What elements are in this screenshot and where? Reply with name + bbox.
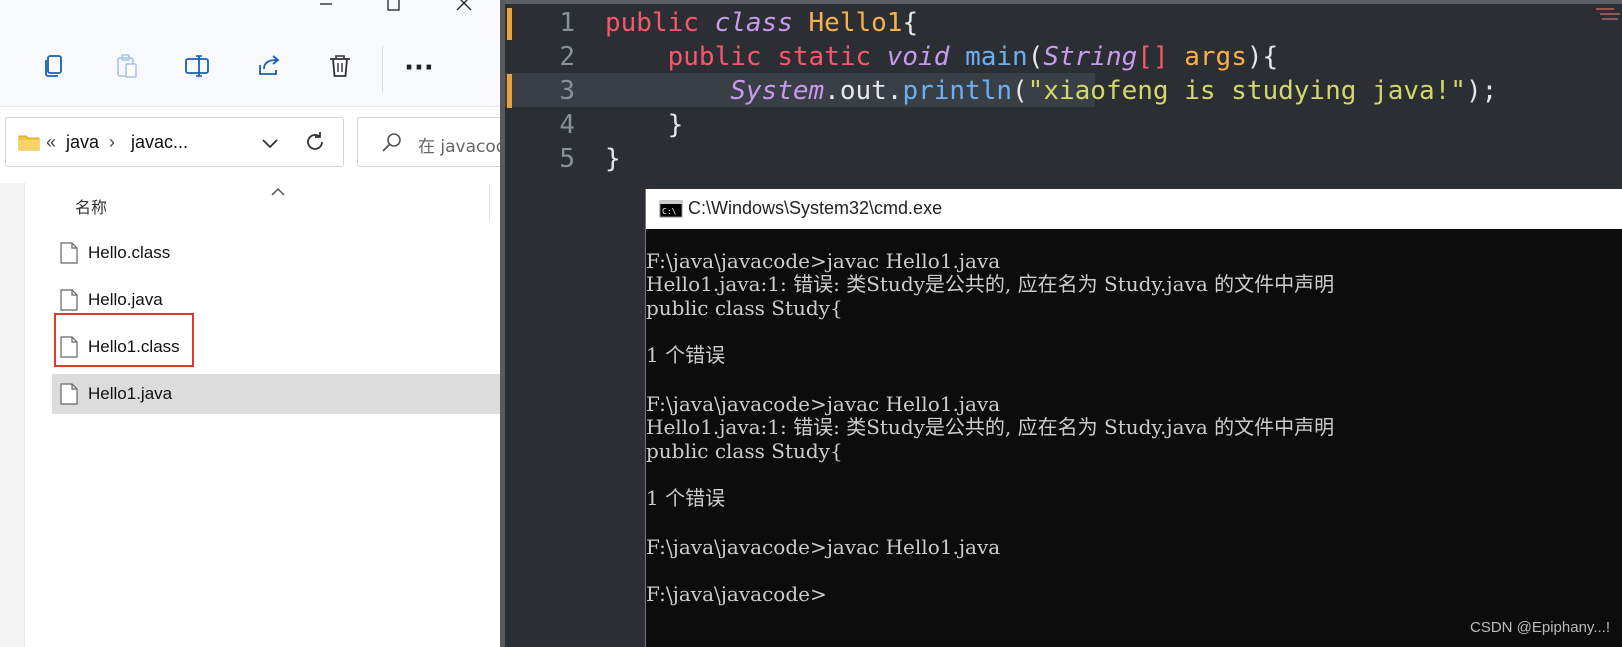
column-divider[interactable] <box>489 184 490 220</box>
code-token: args <box>1184 42 1247 72</box>
console-line: public class Study{ <box>646 439 843 463</box>
delete-button[interactable] <box>318 48 362 88</box>
file-name: Hello.class <box>88 243 171 262</box>
svg-text:C:\: C:\ <box>662 207 677 216</box>
modified-line-marker <box>507 74 512 108</box>
console-line: F:\java\javacode>javac Hello1.java <box>646 392 1001 416</box>
file-name: Hello1.java <box>88 384 173 403</box>
line-number: 5 <box>559 144 575 174</box>
console-line: Hello1.java:1: 错误: 类Study是公共的, 应在名为 Stud… <box>646 272 1335 296</box>
breadcrumb-javacode[interactable]: javac... <box>131 132 188 153</box>
editor-tab-strip <box>505 0 1622 4</box>
code-token: void <box>886 42 950 72</box>
close-button[interactable] <box>444 0 484 14</box>
code-line: public static void main(String[] args){ <box>605 42 1279 72</box>
console-prompt[interactable]: F:\java\javacode> <box>646 582 827 606</box>
line-number: 4 <box>559 110 575 140</box>
share-icon <box>256 53 282 83</box>
minimize-button[interactable] <box>306 0 346 14</box>
code-token: . <box>886 76 903 106</box>
console-line: Hello1.java:1: 错误: 类Study是公共的, 应在名为 Stud… <box>646 415 1335 439</box>
console-line: 1 个错误 <box>646 343 726 367</box>
code-line: } <box>605 144 621 174</box>
console-line: F:\java\javacode>javac Hello1.java <box>646 249 1001 273</box>
console-line: F:\java\javacode>javac Hello1.java <box>646 535 1001 559</box>
code-token: . <box>824 76 840 106</box>
code-token: } <box>605 144 621 174</box>
code-token: Hello1 <box>808 8 903 38</box>
file-icon <box>60 242 78 268</box>
annotation-highlight-box <box>54 313 194 367</box>
address-bar[interactable]: « java › javac... <box>5 117 344 167</box>
code-token: ){ <box>1246 42 1279 72</box>
toolbar-divider <box>382 46 383 92</box>
paste-icon <box>114 53 140 83</box>
code-token: class <box>714 8 793 38</box>
line-number: 1 <box>559 8 575 38</box>
code-token: ( <box>1027 42 1044 72</box>
column-header-name[interactable]: 名称 <box>75 194 107 218</box>
list-item-selected[interactable]: Hello1.java <box>52 374 504 414</box>
watermark: CSDN @Epiphany...! <box>1469 619 1610 636</box>
code-token: println <box>902 76 1013 106</box>
maximize-button[interactable] <box>374 0 414 14</box>
trash-icon <box>327 53 353 83</box>
copy-button[interactable] <box>32 48 76 88</box>
command-bar: ··· <box>0 30 504 104</box>
modified-line-marker <box>507 8 512 40</box>
code-token: System <box>730 76 825 106</box>
cmd-title: C:\Windows\System32\cmd.exe <box>688 198 943 218</box>
rename-icon <box>184 53 212 83</box>
file-explorer-window: ··· « java › javac... 在 javacode 名称 <box>0 0 504 647</box>
share-button[interactable] <box>247 48 291 88</box>
overflow-chevron[interactable]: « <box>46 132 56 153</box>
list-item[interactable]: Hello.class <box>52 233 504 273</box>
chevron-down-icon[interactable] <box>261 134 279 153</box>
breadcrumb-java[interactable]: java <box>66 132 99 153</box>
console-line: 1 个错误 <box>646 486 726 510</box>
more-options-button[interactable]: ··· <box>397 48 441 88</box>
address-bar-row: « java › javac... 在 javacode <box>0 106 504 184</box>
code-token: [] <box>1137 42 1169 72</box>
search-box[interactable]: 在 javacode <box>357 117 504 167</box>
code-token: public <box>605 8 699 38</box>
search-icon <box>380 131 404 159</box>
file-icon <box>60 383 78 409</box>
cmd-window: C:\ C:\Windows\System32\cmd.exe F:\java\… <box>645 189 1622 647</box>
minimap[interactable] <box>1594 6 1622 26</box>
code-line: } <box>605 110 684 140</box>
breadcrumb-separator: › <box>109 132 115 152</box>
code-token: { <box>902 8 919 38</box>
code-line: public class Hello1{ <box>605 8 918 38</box>
code-token: public <box>667 42 762 72</box>
code-token: } <box>667 110 684 140</box>
code-token: ); <box>1465 76 1498 106</box>
code-token: main <box>965 42 1028 72</box>
file-icon <box>60 289 78 315</box>
copy-icon <box>41 53 67 83</box>
code-token: "xiaofeng is studying java!" <box>1027 76 1466 106</box>
line-number: 3 <box>559 76 575 106</box>
code-token: ( <box>1012 76 1028 106</box>
code-line: System.out.println("xiaofeng is studying… <box>605 76 1497 106</box>
code-token: String <box>1043 42 1138 72</box>
code-token: static <box>777 42 872 72</box>
code-token: out <box>839 76 887 106</box>
cmd-icon: C:\ <box>659 200 683 222</box>
console-line: public class Study{ <box>646 296 843 320</box>
search-placeholder: 在 javacode <box>418 137 504 157</box>
folder-icon <box>18 133 40 155</box>
paste-button[interactable] <box>105 48 149 88</box>
line-number: 2 <box>559 42 575 72</box>
navigation-pane <box>0 183 25 647</box>
file-name: Hello.java <box>88 290 163 309</box>
cmd-title-bar[interactable]: C:\ C:\Windows\System32\cmd.exe <box>646 189 1622 229</box>
rename-button[interactable] <box>176 48 220 88</box>
sort-ascending-icon <box>270 182 286 201</box>
refresh-icon[interactable] <box>303 130 327 158</box>
